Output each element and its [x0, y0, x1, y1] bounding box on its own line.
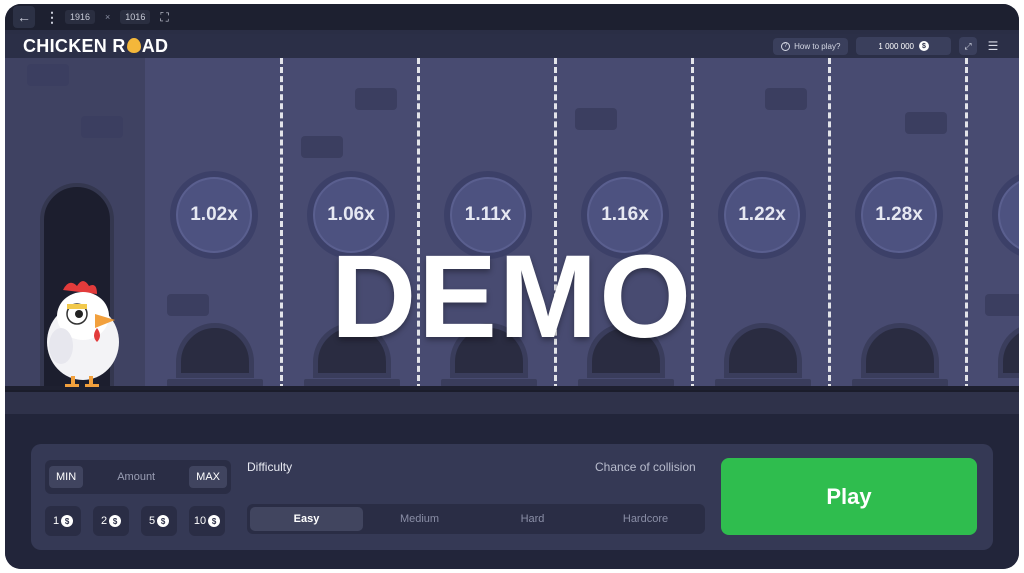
coin-icon: $: [61, 515, 74, 527]
expand-icon: ⤢: [964, 40, 972, 51]
chip-5-button[interactable]: 5 $: [141, 506, 177, 536]
app-frame: ← ⋮ 1916 × 1016 ⛶ CHICKEN R AD ? How to p…: [5, 4, 1019, 569]
coin-icon: $: [208, 515, 221, 527]
coin-icon: $: [109, 515, 122, 527]
chip-2-button[interactable]: 2 $: [93, 506, 129, 536]
wall-brick: [301, 136, 343, 158]
how-to-play-button[interactable]: ? How to play?: [773, 37, 849, 55]
difficulty-selector: Easy Medium Hard Hardcore: [247, 504, 705, 534]
min-button[interactable]: MIN: [49, 466, 84, 488]
width-field[interactable]: 1916: [65, 10, 96, 24]
game-scene: 1.02x 1.06x 1.11x 1.16x 1.22x 1.28x DEMO: [5, 58, 1019, 390]
wall-brick: [765, 88, 807, 110]
difficulty-label: Difficulty: [247, 460, 293, 474]
coin-icon: $: [919, 41, 929, 51]
chip-value: 10: [193, 515, 207, 527]
difficulty-medium-tab[interactable]: Medium: [363, 507, 476, 531]
collision-chance-label: Chance of collision: [595, 460, 696, 474]
demo-watermark: DEMO: [331, 231, 693, 363]
bet-panel: MIN Amount MAX 1 $ 2 $ 5 $ 10 $ Difficulty C…: [31, 444, 993, 550]
wall-brick: [355, 88, 397, 110]
ground-ledge: [5, 390, 1019, 414]
bet-amount-field[interactable]: MIN Amount MAX: [45, 460, 231, 494]
vertical-dots-icon[interactable]: ⋮: [45, 9, 59, 26]
chip-value: 2: [100, 515, 108, 527]
dimension-separator: ×: [105, 12, 111, 22]
fullscreen-icon[interactable]: ⛶: [160, 10, 168, 25]
question-icon: ?: [781, 41, 791, 51]
max-button[interactable]: MAX: [189, 466, 227, 488]
game-header: CHICKEN R AD ? How to play? 1 000 000 $ ⤢…: [5, 34, 1019, 58]
logo: CHICKEN R AD: [23, 36, 168, 57]
wall-brick: [27, 64, 69, 86]
logo-text-end: AD: [141, 35, 169, 56]
device-toolbar: ← ⋮ 1916 × 1016 ⛶: [5, 4, 1019, 30]
chip-1-button[interactable]: 1 $: [45, 506, 81, 536]
coin-icon: $: [157, 515, 170, 527]
chip-10-button[interactable]: 10 $: [189, 506, 225, 536]
egg-icon: [126, 37, 141, 53]
chip-value: 1: [52, 515, 60, 527]
height-field[interactable]: 1016: [120, 10, 151, 24]
difficulty-easy-tab[interactable]: Easy: [250, 507, 363, 531]
balance-value: 1 000 000: [878, 41, 914, 51]
quick-bet-chips: 1 $ 2 $ 5 $ 10 $: [45, 506, 235, 536]
balance-display: 1 000 000 $: [856, 37, 951, 55]
wall-brick: [575, 108, 617, 130]
difficulty-hard-tab[interactable]: Hard: [476, 507, 589, 531]
chip-value: 5: [148, 515, 156, 527]
difficulty-hardcore-tab[interactable]: Hardcore: [589, 507, 702, 531]
how-to-play-label: How to play?: [794, 41, 841, 51]
logo-text-start: CHICKEN R: [23, 35, 126, 56]
back-button[interactable]: ←: [13, 6, 35, 28]
expand-button[interactable]: ⤢: [959, 37, 977, 55]
arrow-left-icon: ←: [17, 9, 31, 25]
control-area: MIN Amount MAX 1 $ 2 $ 5 $ 10 $ Difficulty C…: [5, 414, 1019, 569]
wall-brick: [81, 116, 123, 138]
hamburger-menu-icon[interactable]: ☰: [985, 39, 1001, 53]
play-button[interactable]: Play: [721, 458, 977, 535]
amount-input[interactable]: Amount: [117, 471, 155, 483]
wall-brick: [905, 112, 947, 134]
